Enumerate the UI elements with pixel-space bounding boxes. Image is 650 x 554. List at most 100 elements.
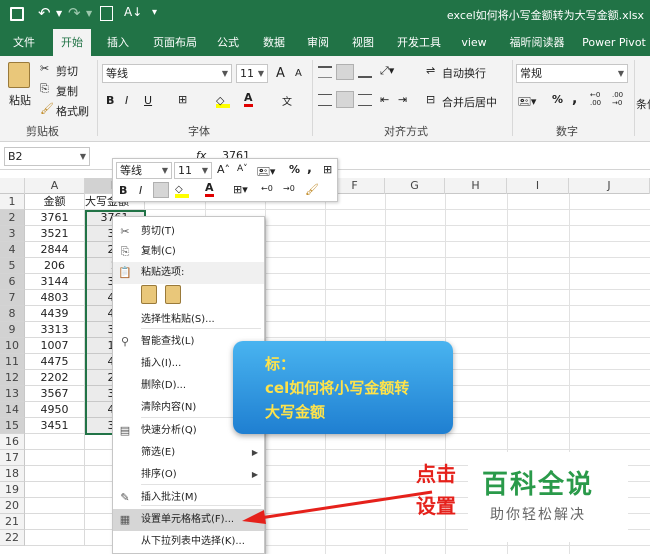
outdent-icon[interactable]: ⇥ — [398, 93, 407, 106]
underline-button[interactable]: U — [144, 94, 152, 107]
tab-view[interactable]: 视图 — [345, 29, 381, 56]
align-right-icon[interactable] — [358, 94, 372, 106]
empty-cell[interactable] — [25, 450, 85, 466]
row-header[interactable]: 5 — [0, 258, 25, 274]
align-left-icon[interactable] — [318, 94, 332, 106]
mini-comma-button[interactable]: , — [307, 161, 312, 176]
currency-icon[interactable]: 🖭▾ — [518, 93, 536, 112]
mini-shrink-font-icon[interactable]: A˅ — [237, 164, 248, 174]
tab-insert[interactable]: 插入 — [100, 29, 136, 56]
align-center-icon[interactable] — [336, 91, 354, 108]
shrink-font-button[interactable]: A — [295, 68, 302, 79]
mini-italic-button[interactable]: I — [139, 184, 142, 197]
cell-a[interactable]: 4950 — [25, 402, 85, 418]
increase-decimal-button[interactable]: ←0 .00 — [590, 91, 610, 107]
format-painter-button[interactable]: 格式刷 — [56, 103, 89, 119]
align-middle-icon[interactable] — [336, 64, 354, 80]
column-header-g[interactable]: G — [385, 178, 445, 194]
phonetic-icon[interactable]: 文 — [282, 93, 292, 108]
row-header[interactable]: 7 — [0, 290, 25, 306]
empty-cell[interactable] — [25, 482, 85, 498]
row-header[interactable]: 16 — [0, 434, 25, 450]
select-all-corner[interactable] — [0, 178, 25, 194]
tab-formulas[interactable]: 公式 — [210, 29, 246, 56]
empty-cell[interactable] — [25, 514, 85, 530]
tab-review[interactable]: 审阅 — [300, 29, 336, 56]
merge-center-button[interactable]: 合并后居中 — [442, 94, 497, 110]
empty-cell[interactable] — [25, 498, 85, 514]
conditional-format-button[interactable]: 条件 — [636, 96, 650, 112]
paste-button[interactable]: 粘贴 — [9, 92, 31, 108]
cell-a[interactable]: 2202 — [25, 370, 85, 386]
column-header-h[interactable]: H — [445, 178, 507, 194]
merge-icon[interactable]: ⊟ — [426, 93, 435, 106]
cell-a[interactable]: 3313 — [25, 322, 85, 338]
wrap-text-button[interactable]: 自动换行 — [442, 65, 486, 81]
mini-increase-decimal-icon[interactable]: ←0 — [261, 184, 273, 193]
row-header[interactable]: 1 — [0, 194, 25, 210]
bold-button[interactable]: B — [106, 94, 114, 107]
row-header[interactable]: 21 — [0, 514, 25, 530]
row-header[interactable]: 20 — [0, 498, 25, 514]
mini-align-center-icon[interactable] — [153, 182, 169, 198]
cell-a[interactable]: 3761 — [25, 210, 85, 226]
context-menu-item[interactable]: ⎘ 复制(C) — [113, 241, 264, 263]
copy-button[interactable]: 复制 — [56, 83, 78, 99]
paste-icon[interactable] — [8, 62, 30, 88]
cell-a[interactable]: 3567 — [25, 386, 85, 402]
mini-border-icon[interactable]: ⊞▾ — [233, 183, 248, 196]
row-header[interactable]: 12 — [0, 370, 25, 386]
number-format-box[interactable]: 常规 ▼ — [516, 64, 628, 83]
font-size-box[interactable]: 11 ▼ — [236, 64, 268, 83]
context-menu-item[interactable]: 从下拉列表中选择(K)... — [113, 531, 264, 553]
row-header[interactable]: 19 — [0, 482, 25, 498]
mini-percent-button[interactable]: % — [289, 163, 300, 176]
print-preview-icon[interactable] — [100, 6, 113, 21]
cell-a[interactable]: 1007 — [25, 338, 85, 354]
context-menu-item[interactable]: 筛选(E) ▶ — [113, 442, 264, 464]
mini-format-painter-icon[interactable]: 🖌 — [305, 183, 319, 196]
cell-a[interactable]: 3521 — [25, 226, 85, 242]
cell-a[interactable]: 3144 — [25, 274, 85, 290]
font-name-box[interactable]: 等线 ▼ — [102, 64, 232, 83]
fill-color-icon[interactable]: ◇ — [216, 94, 230, 108]
tab-developer[interactable]: 开发工具 — [390, 29, 448, 56]
context-menu-item[interactable]: 排序(O) ▶ — [113, 464, 264, 486]
row-header[interactable]: 15 — [0, 418, 25, 434]
redo-icon[interactable]: ↷ — [68, 4, 81, 22]
row-header[interactable]: 2 — [0, 210, 25, 226]
cell-a[interactable]: 2844 — [25, 242, 85, 258]
wrap-text-icon[interactable]: ⇌ — [426, 64, 435, 77]
orientation-icon[interactable]: ⤢▾ — [380, 64, 394, 78]
dropdown-icon[interactable]: ▼ — [56, 9, 62, 18]
tab-file[interactable]: 文件 — [6, 29, 42, 56]
indent-icon[interactable]: ⇤ — [380, 93, 389, 106]
mini-currency-icon[interactable]: 🖭▾ — [257, 163, 275, 182]
column-header-j[interactable]: J — [569, 178, 650, 194]
cell-a[interactable]: 金额 — [25, 194, 85, 210]
format-painter-icon[interactable]: 🖌 — [40, 102, 54, 115]
tab-home[interactable]: 开始 — [53, 29, 91, 56]
mini-grow-font-icon[interactable]: A˄ — [217, 163, 230, 176]
font-color-icon[interactable]: A — [244, 92, 253, 107]
empty-cell[interactable] — [25, 466, 85, 482]
grow-font-button[interactable]: A — [276, 66, 285, 81]
row-header[interactable]: 6 — [0, 274, 25, 290]
cell-a[interactable]: 4803 — [25, 290, 85, 306]
mini-decrease-decimal-icon[interactable]: →0 — [283, 184, 295, 193]
scissors-icon[interactable]: ✂ — [40, 62, 49, 75]
mini-fill-color-icon[interactable]: ◇ — [175, 184, 189, 198]
percent-button[interactable]: % — [552, 93, 563, 106]
mini-font-color-icon[interactable]: A — [205, 182, 214, 197]
tab-view-en[interactable]: view — [455, 29, 493, 56]
paste-values-icon[interactable] — [165, 285, 181, 304]
column-header-a[interactable]: A — [25, 178, 85, 194]
cell-a[interactable]: 206 — [25, 258, 85, 274]
mini-font-box[interactable]: 等线 ▼ — [116, 162, 172, 179]
row-header[interactable]: 10 — [0, 338, 25, 354]
mini-bold-button[interactable]: B — [119, 184, 127, 197]
column-header-i[interactable]: I — [507, 178, 569, 194]
mini-size-box[interactable]: 11 ▼ — [174, 162, 212, 179]
row-header[interactable]: 3 — [0, 226, 25, 242]
border-icon[interactable]: ⊞ — [178, 93, 187, 106]
